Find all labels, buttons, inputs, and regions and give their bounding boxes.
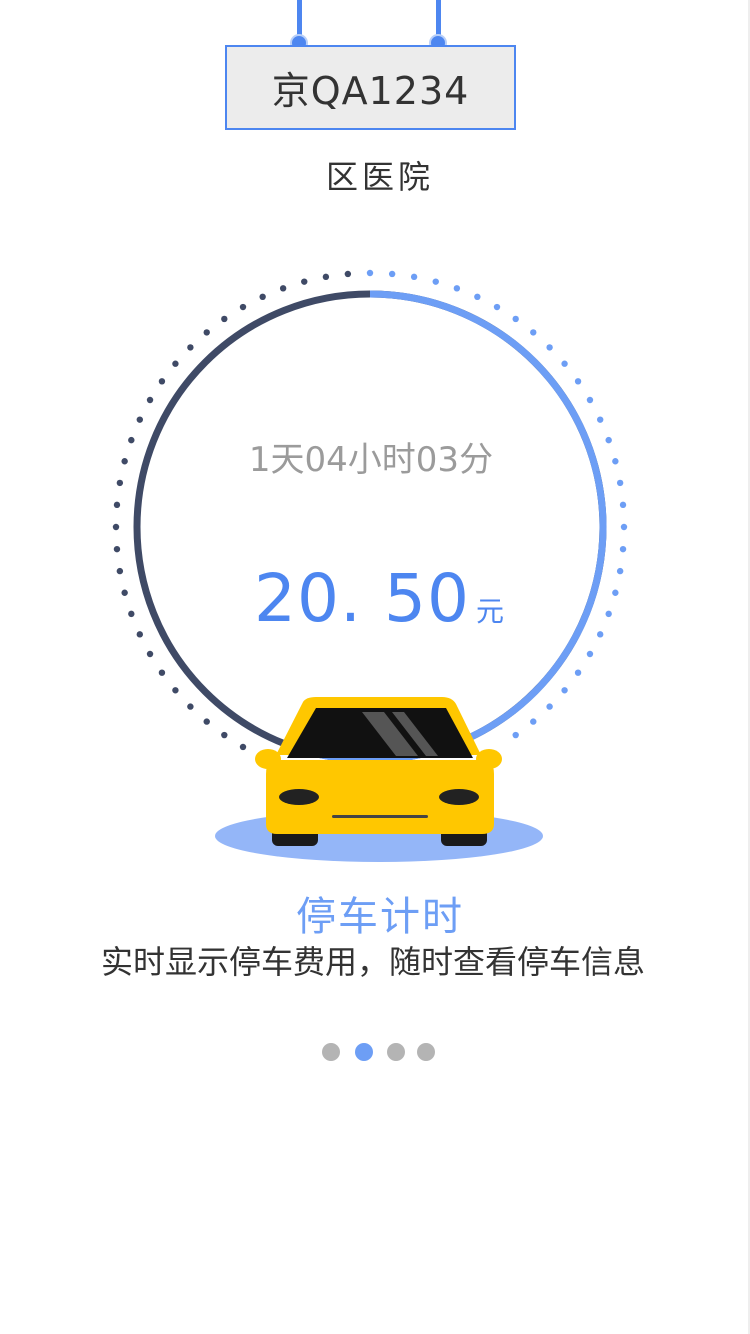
- page-indicator-dot[interactable]: [417, 1043, 435, 1061]
- feature-description: 实时显示停车费用，随时查看停车信息: [100, 943, 645, 981]
- page-indicator-dot[interactable]: [387, 1043, 405, 1061]
- page-indicator-dot[interactable]: [322, 1043, 340, 1061]
- car-grille: [332, 815, 428, 818]
- page-indicator-dot[interactable]: [355, 1043, 373, 1061]
- car-icon: [215, 697, 543, 862]
- car-headlight-right: [439, 789, 479, 805]
- onboarding-screen: 京QA1234 区医院 1天04小时03分 20. 50 元 停车计时 实时显示停: [0, 0, 750, 1334]
- car-headlight-left: [279, 789, 319, 805]
- feature-title: 停车计时: [296, 894, 464, 940]
